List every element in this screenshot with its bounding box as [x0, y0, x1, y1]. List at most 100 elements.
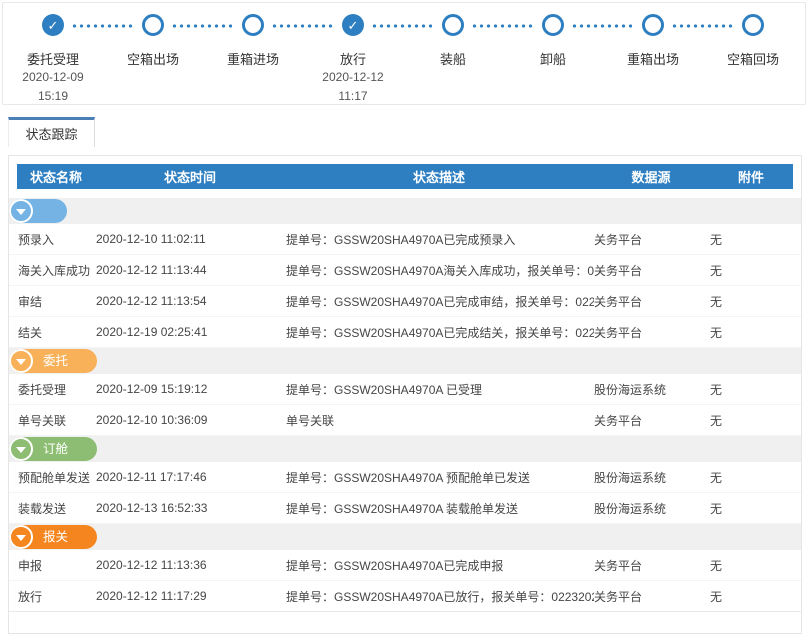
- column-header: 附件: [709, 167, 793, 186]
- cell-status-time: 2020-12-09 15:19:12: [96, 382, 286, 396]
- stepper-step-7: 重箱出场: [603, 14, 703, 105]
- cell-status-name: 海关入库成功: [18, 262, 96, 279]
- collapse-caret-icon[interactable]: [9, 525, 33, 549]
- table-body: 预录入 2020-12-10 11:02:11 提单号：GSSW20SHA497…: [9, 198, 801, 612]
- progress-stepper-panel: ✓ 委托受理 2020-12-09 15:19 空箱出场 重箱进场 ✓ 放行 2…: [2, 2, 806, 105]
- cell-attachment: 无: [710, 231, 801, 248]
- step-pending-circle-icon: [442, 14, 464, 36]
- cell-attachment: 无: [710, 588, 801, 605]
- cell-status-desc: 提单号：GSSW20SHA4970A 已受理: [286, 381, 594, 398]
- status-row: 单号关联 2020-12-10 10:36:09 单号关联 关务平台 无: [9, 405, 801, 436]
- status-row: 结关 2020-12-19 02:25:41 提单号：GSSW20SHA4970…: [9, 317, 801, 348]
- cell-status-time: 2020-12-10 11:02:11: [96, 232, 286, 246]
- group-label: 委托: [43, 349, 97, 373]
- cell-status-desc: 提单号：GSSW20SHA4970A已放行，报关单号：02232020...: [286, 588, 594, 605]
- step-pending-circle-icon: [142, 14, 164, 36]
- cell-status-desc: 提单号：GSSW20SHA4970A海关入库成功，报关单号：022...: [286, 262, 594, 279]
- status-group-row: 委托: [9, 348, 801, 374]
- status-row: 审结 2020-12-12 11:13:54 提单号：GSSW20SHA4970…: [9, 286, 801, 317]
- cell-attachment: 无: [710, 469, 801, 486]
- cell-status-name: 委托受理: [18, 381, 96, 398]
- step-label: 卸船: [540, 49, 566, 68]
- status-group-row: [9, 198, 801, 224]
- step-date: 2020-12-09: [22, 68, 83, 87]
- step-pending-circle-icon: [642, 14, 664, 36]
- step-label: 重箱出场: [627, 49, 679, 68]
- step-label: 空箱回场: [727, 49, 779, 68]
- step-time: 15:19: [38, 87, 68, 105]
- cell-status-time: 2020-12-19 02:25:41: [96, 325, 286, 339]
- cell-status-name: 预录入: [18, 231, 96, 248]
- status-group-row: 订舱: [9, 436, 801, 462]
- stepper-step-6: 卸船: [503, 14, 603, 105]
- cell-attachment: 无: [710, 412, 801, 429]
- cell-attachment: 无: [710, 557, 801, 574]
- cell-status-name: 装载发送: [18, 500, 96, 517]
- cell-status-name: 放行: [18, 588, 96, 605]
- cell-status-time: 2020-12-13 16:52:33: [96, 501, 286, 515]
- step-pending-circle-icon: [242, 14, 264, 36]
- status-row: 预配舱单发送 2020-12-11 17:17:46 提单号：GSSW20SHA…: [9, 462, 801, 493]
- collapse-caret-icon[interactable]: [9, 349, 33, 373]
- group-label: 订舱: [43, 437, 97, 461]
- stepper-step-5: 装船: [403, 14, 503, 105]
- tab-status-tracking[interactable]: 状态跟踪: [8, 117, 95, 147]
- collapse-caret-icon[interactable]: [9, 437, 33, 461]
- status-group-row: 报关: [9, 524, 801, 550]
- cell-data-source: 股份海运系统: [594, 500, 710, 517]
- progress-stepper: ✓ 委托受理 2020-12-09 15:19 空箱出场 重箱进场 ✓ 放行 2…: [3, 3, 805, 105]
- status-row: 放行 2020-12-12 11:17:29 提单号：GSSW20SHA4970…: [9, 581, 801, 612]
- stepper-step-8: 空箱回场: [703, 14, 803, 105]
- cell-data-source: 关务平台: [594, 293, 710, 310]
- cell-status-time: 2020-12-12 11:13:36: [96, 558, 286, 572]
- collapse-caret-icon[interactable]: [9, 199, 33, 223]
- step-label: 装船: [440, 49, 466, 68]
- step-label: 放行: [340, 49, 366, 68]
- cell-data-source: 关务平台: [594, 588, 710, 605]
- step-date: 2020-12-12: [322, 68, 383, 87]
- group-label: 报关: [43, 525, 97, 549]
- step-pending-circle-icon: [742, 14, 764, 36]
- step-label: 重箱进场: [227, 49, 279, 68]
- cell-status-name: 结关: [18, 324, 96, 341]
- cell-data-source: 关务平台: [594, 557, 710, 574]
- cell-status-name: 申报: [18, 557, 96, 574]
- cell-status-name: 审结: [18, 293, 96, 310]
- cell-data-source: 股份海运系统: [594, 469, 710, 486]
- cell-data-source: 关务平台: [594, 412, 710, 429]
- cell-status-desc: 单号关联: [286, 412, 594, 429]
- cell-data-source: 关务平台: [594, 231, 710, 248]
- status-row: 预录入 2020-12-10 11:02:11 提单号：GSSW20SHA497…: [9, 224, 801, 255]
- table-header-row: 状态名称状态时间状态描述数据源附件: [17, 164, 793, 189]
- cell-status-desc: 提单号：GSSW20SHA4970A已完成审结，报关单号：02232...: [286, 293, 594, 310]
- cell-status-time: 2020-12-12 11:17:29: [96, 589, 286, 603]
- step-time: 11:17: [338, 87, 367, 105]
- status-table-panel: 状态名称状态时间状态描述数据源附件 预录入 2020-12-10 11:02:1…: [8, 155, 802, 634]
- cell-status-desc: 提单号：GSSW20SHA4970A已完成预录入: [286, 231, 594, 248]
- step-label: 空箱出场: [127, 49, 179, 68]
- cell-data-source: 关务平台: [594, 262, 710, 279]
- cell-attachment: 无: [710, 324, 801, 341]
- column-header: 状态名称: [17, 167, 95, 186]
- tab-bar: 状态跟踪: [8, 117, 808, 147]
- status-row: 申报 2020-12-12 11:13:36 提单号：GSSW20SHA4970…: [9, 550, 801, 581]
- cell-data-source: 关务平台: [594, 324, 710, 341]
- cell-attachment: 无: [710, 381, 801, 398]
- step-done-check-icon: ✓: [42, 14, 64, 36]
- cell-status-name: 单号关联: [18, 412, 96, 429]
- stepper-step-2: 空箱出场: [103, 14, 203, 105]
- cell-status-time: 2020-12-12 11:13:44: [96, 263, 286, 277]
- cell-status-time: 2020-12-10 10:36:09: [96, 413, 286, 427]
- status-row: 海关入库成功 2020-12-12 11:13:44 提单号：GSSW20SHA…: [9, 255, 801, 286]
- cell-data-source: 股份海运系统: [594, 381, 710, 398]
- cell-status-desc: 提单号：GSSW20SHA4970A已完成结关，报关单号：02232...: [286, 324, 594, 341]
- cell-status-desc: 提单号：GSSW20SHA4970A 装载舱单发送: [286, 500, 594, 517]
- column-header: 状态描述: [285, 167, 593, 186]
- status-row: 装载发送 2020-12-13 16:52:33 提单号：GSSW20SHA49…: [9, 493, 801, 524]
- cell-attachment: 无: [710, 293, 801, 310]
- stepper-step-4: ✓ 放行 2020-12-12 11:17: [303, 14, 403, 105]
- column-header: 状态时间: [95, 167, 285, 186]
- stepper-step-3: 重箱进场: [203, 14, 303, 105]
- cell-status-name: 预配舱单发送: [18, 469, 96, 486]
- cell-status-time: 2020-12-12 11:13:54: [96, 294, 286, 308]
